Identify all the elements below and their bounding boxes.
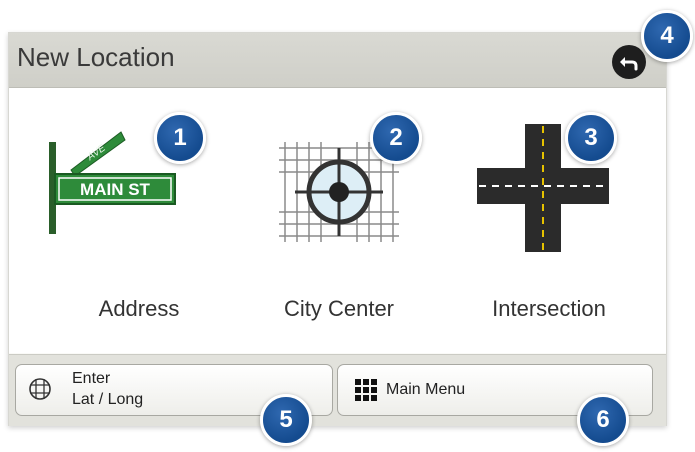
enter-lat-long-line2: Lat / Long xyxy=(72,391,144,408)
bottom-bar: Enter Lat / Long Main Menu xyxy=(9,354,666,426)
city-center-label: City Center xyxy=(283,296,395,321)
address-label: Address xyxy=(98,296,180,321)
globe-grid-icon xyxy=(29,378,51,400)
callout-badge-4: 4 xyxy=(641,10,693,62)
callout-badge-1: 1 xyxy=(154,112,206,164)
title-bar: New Location xyxy=(9,33,666,88)
callout-badge-3: 3 xyxy=(565,112,617,164)
intersection-label: Intersection xyxy=(492,296,606,321)
device-screen: New Location AVE MAIN ST Address City Ce… xyxy=(8,32,667,426)
back-arrow-icon xyxy=(620,57,638,71)
callout-badge-6: 6 xyxy=(577,394,629,446)
sign-main-text: MAIN ST xyxy=(80,180,151,199)
page-title: New Location xyxy=(17,42,175,72)
enter-lat-long-line1: Enter xyxy=(72,370,111,387)
address-option[interactable]: AVE MAIN ST Address xyxy=(29,98,249,338)
intersection-option[interactable]: Intersection xyxy=(439,98,659,338)
callout-badge-2: 2 xyxy=(370,112,422,164)
back-button[interactable] xyxy=(612,45,646,79)
grid-menu-icon xyxy=(355,379,377,401)
main-menu-label: Main Menu xyxy=(386,381,466,398)
callout-badge-5: 5 xyxy=(260,394,312,446)
